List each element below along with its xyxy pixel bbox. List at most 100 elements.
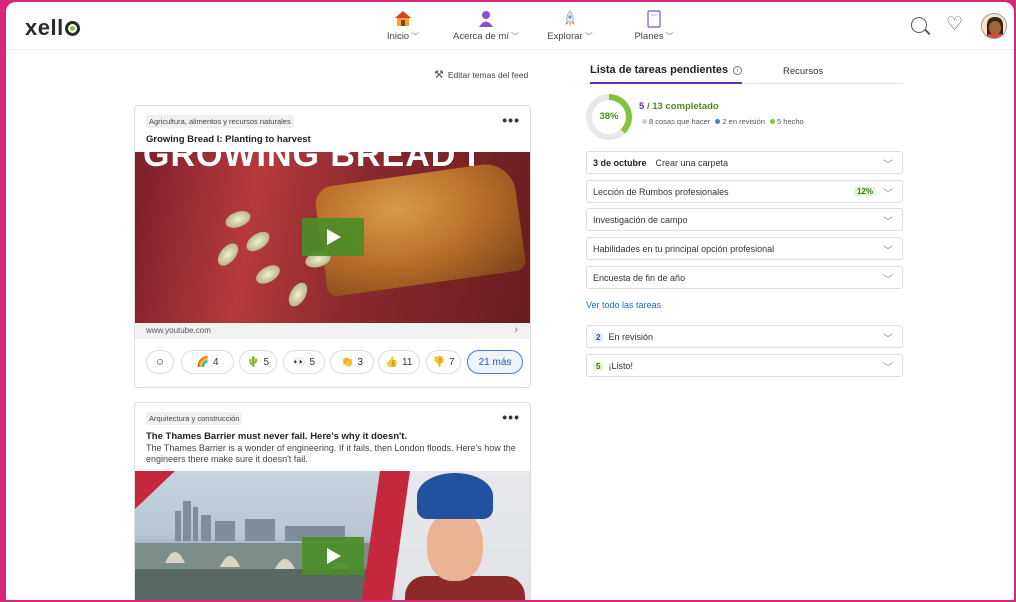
edit-feed-topics-button[interactable]: ⚒ Editar temas del feed: [434, 68, 528, 81]
task-group-listo[interactable]: 5 ¡Listo! ﹀: [586, 354, 903, 377]
group-label: En revisión: [608, 332, 653, 342]
search-icon[interactable]: [911, 17, 927, 33]
play-button[interactable]: [302, 537, 364, 575]
logo-o-mark: [64, 21, 80, 36]
chevron-down-icon: ﹀: [411, 32, 420, 41]
rocket-icon: [543, 10, 597, 28]
card-title[interactable]: The Thames Barrier must never fail. Here…: [146, 431, 407, 442]
see-all-tasks-link[interactable]: Ver todo las tareas: [586, 300, 661, 310]
feed-card: Agricultura, alimentos y recursos natura…: [134, 105, 531, 388]
card-title[interactable]: Growing Bread I: Planting to harvest: [146, 134, 311, 145]
nav-planes-label: Planes: [634, 31, 664, 42]
chevron-down-icon: ﹀: [883, 189, 893, 200]
thumbs-down-icon: 👎: [432, 356, 445, 368]
cactus-icon: 🌵: [246, 356, 260, 368]
reaction-count: 7: [448, 356, 455, 368]
nav-acerca-de-mi[interactable]: Acerca de mí ﹀: [450, 10, 522, 42]
tab-tareas-pendientes[interactable]: Lista de tareas pendientes i: [590, 64, 743, 84]
smiley-plus-icon: ☺: [154, 356, 166, 368]
done-dot-icon: [770, 119, 776, 124]
reaction-count: 11: [402, 356, 413, 368]
app-frame: xell Inicio ﹀ Acerca de mí ﹀ Explorar ﹀ Pla…: [6, 2, 1014, 600]
home-icon: [380, 10, 426, 28]
tab-recursos[interactable]: Recursos: [783, 66, 823, 77]
reaction-count: 5: [263, 356, 269, 368]
total-label: / 13 completado: [646, 101, 719, 112]
review-dot-icon: [715, 119, 721, 124]
group-count-badge: 5: [593, 362, 604, 371]
task-label: Encuesta de fin de año: [593, 273, 686, 283]
reaction-button[interactable]: 🌈 4: [181, 350, 234, 374]
reaction-button[interactable]: 👀 5: [283, 350, 325, 374]
wheat-grain: [285, 279, 311, 310]
wheat-grain: [243, 227, 273, 256]
chevron-down-icon: ﹀: [883, 334, 893, 345]
heart-icon[interactable]: ♡: [946, 15, 963, 34]
legend-done: 5 hecho: [777, 117, 804, 126]
progress-summary: 5 / 13 completado: [639, 101, 719, 112]
reaction-count: 4: [212, 356, 219, 368]
play-button[interactable]: [302, 218, 364, 256]
chevron-down-icon: ﹀: [665, 32, 674, 41]
progress-percent: 38%: [599, 111, 619, 122]
task-item[interactable]: Lección de Rumbos profesionales 12% ﹀: [586, 180, 903, 203]
add-reaction-button[interactable]: ☺: [146, 350, 174, 374]
hard-hat: [417, 473, 493, 519]
info-icon[interactable]: i: [733, 66, 743, 75]
nav-explorar[interactable]: Explorar ﹀: [543, 10, 597, 42]
card-more-menu-icon[interactable]: •••: [502, 112, 520, 128]
person-icon: [450, 10, 522, 28]
avatar[interactable]: [981, 13, 1007, 39]
group-count-badge: 2: [593, 333, 604, 342]
legend-todo: 8 cosas que hacer: [649, 117, 711, 126]
video-thumbnail[interactable]: GROWING BREAD I: [135, 152, 530, 323]
chevron-down-icon: ﹀: [883, 246, 893, 257]
reaction-button[interactable]: 🌵 5: [239, 350, 277, 374]
tab-tareas-label: Lista de tareas pendientes: [590, 64, 729, 76]
wheat-grain: [223, 208, 253, 231]
reaction-count: 5: [309, 356, 315, 368]
card-description: The Thames Barrier is a wonder of engine…: [146, 443, 516, 465]
thumbs-up-icon: 👍: [385, 356, 399, 368]
more-reactions-button[interactable]: 21 más: [467, 350, 523, 374]
video-title-overlay: GROWING BREAD I: [143, 152, 478, 174]
xello-logo[interactable]: xell: [25, 15, 80, 41]
todo-dot-icon: [642, 119, 647, 124]
reaction-button[interactable]: 👎 7: [426, 350, 461, 374]
feed-card: Arquitectura y construcción ••• The Tham…: [134, 402, 531, 600]
task-label: Lección de Rumbos profesionales: [593, 187, 729, 197]
task-label: Crear una carpeta: [655, 158, 729, 168]
task-item[interactable]: 3 de octubre Crear una carpeta ﹀: [586, 151, 903, 174]
wheat-grain: [252, 261, 284, 288]
top-navigation: xell Inicio ﹀ Acerca de mí ﹀ Explorar ﹀ Pla…: [6, 2, 1014, 50]
nav-inicio-label: Inicio: [386, 31, 410, 42]
task-label: Investigación de campo: [593, 215, 688, 225]
card-link-bar[interactable]: www.youtube.com ›: [135, 323, 530, 339]
clap-icon: 👏: [340, 356, 354, 368]
task-progress-badge: 12%: [853, 187, 876, 196]
chevron-down-icon: ﹀: [883, 160, 893, 171]
chevron-down-icon: ﹀: [883, 363, 893, 374]
task-group-en-revision[interactable]: 2 En revisión ﹀: [586, 325, 903, 348]
chevron-down-icon: ﹀: [584, 32, 593, 41]
progress-legend: 8 cosas que hacer 2 en revisión 5 hecho: [639, 117, 804, 126]
card-more-menu-icon[interactable]: •••: [502, 409, 520, 425]
card-category-tag[interactable]: Arquitectura y construcción: [146, 412, 243, 425]
task-item[interactable]: Habilidades en tu principal opción profe…: [586, 237, 903, 260]
task-item[interactable]: Encuesta de fin de año ﹀: [586, 266, 903, 289]
nav-explorar-label: Explorar: [547, 31, 583, 42]
logo-text: xell: [25, 15, 64, 40]
nav-planes[interactable]: Planes ﹀: [631, 10, 677, 42]
task-item[interactable]: Investigación de campo ﹀: [586, 208, 903, 231]
video-thumbnail[interactable]: [135, 471, 530, 600]
chevron-right-icon: ›: [514, 324, 518, 336]
nav-inicio[interactable]: Inicio ﹀: [380, 10, 426, 42]
task-due-date: 3 de octubre: [593, 158, 647, 168]
rainbow-icon: 🌈: [196, 356, 209, 368]
eyes-icon: 👀: [292, 356, 306, 368]
card-category-tag[interactable]: Agricultura, alimentos y recursos natura…: [146, 115, 294, 128]
group-label: ¡Listo!: [608, 361, 633, 371]
chevron-down-icon: ﹀: [510, 32, 519, 41]
reaction-button[interactable]: 👍 11: [378, 350, 420, 374]
reaction-button[interactable]: 👏 3: [330, 350, 374, 374]
